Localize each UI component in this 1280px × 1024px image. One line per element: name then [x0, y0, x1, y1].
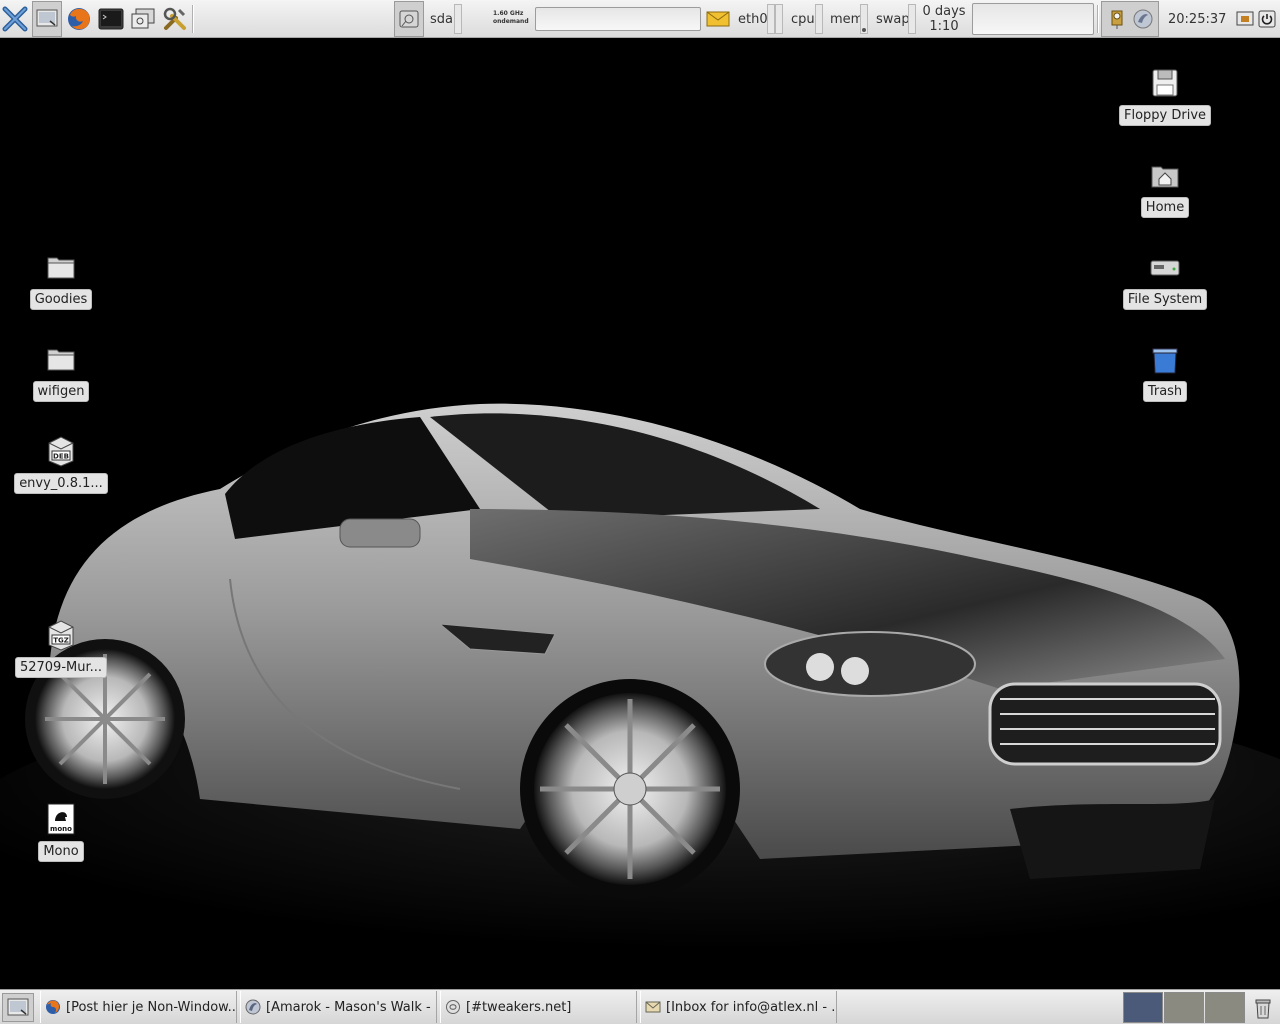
network-tray-icon[interactable] — [1106, 8, 1128, 30]
desktop-wallpaper[interactable] — [0, 39, 1280, 989]
disk-graph — [454, 4, 462, 34]
desktop-icon-tgz-archive[interactable]: TGZ 52709-Mur... — [6, 619, 116, 678]
mono-app-icon: mono — [47, 803, 75, 835]
mail-watch-field[interactable] — [535, 7, 701, 31]
swap-graph — [908, 4, 916, 34]
systray — [1101, 1, 1159, 37]
home-folder-icon — [1151, 166, 1179, 188]
floppy-drive-icon — [1152, 69, 1178, 97]
tgz-badge-text: TGZ — [53, 637, 69, 645]
folder-icon — [47, 349, 75, 371]
cpu-label: cpu — [791, 11, 815, 27]
taskbar-item-label: [Amarok - Mason's Walk - ... — [266, 999, 437, 1015]
net-label: eth0 — [738, 11, 768, 27]
desktop-icon-label: File System — [1122, 289, 1208, 310]
desktop-icon-file-system[interactable]: File System — [1110, 251, 1220, 310]
taskbar-item-firefox[interactable]: [Post hier je Non-Window... — [40, 991, 237, 1023]
desktop-icon-floppy-drive[interactable]: Floppy Drive — [1110, 67, 1220, 126]
lock-screen-button[interactable] — [1236, 0, 1254, 38]
desktop-icon-label: Floppy Drive — [1118, 105, 1212, 126]
firefox-launcher[interactable] — [64, 0, 94, 38]
disk-label: sda — [430, 11, 453, 27]
top-panel: sda 1.60 GHz ondemand eth0 cpu mem swap … — [0, 0, 1280, 38]
firefox-icon — [46, 1000, 60, 1014]
uptime-display: 0 days 1:10 — [918, 4, 970, 34]
workspace-1[interactable] — [1123, 992, 1163, 1023]
trash-applet[interactable] — [1250, 994, 1276, 1022]
tgz-archive-icon: TGZ — [48, 620, 74, 651]
logout-button[interactable] — [1258, 0, 1276, 38]
net-graph-out — [775, 4, 783, 34]
settings-tools-icon — [163, 7, 186, 30]
xfce-menu-button[interactable] — [0, 0, 30, 38]
clock[interactable]: 20:25:37 — [1168, 0, 1226, 38]
desktop-icon-wifigen[interactable]: wifigen — [6, 343, 116, 402]
show-desktop-icon — [36, 9, 58, 27]
folder-icon — [47, 257, 75, 279]
swap-label: swap — [876, 11, 910, 27]
show-desktop-launcher[interactable] — [32, 1, 62, 37]
firefox-icon — [68, 8, 90, 30]
desktop-icon-label: 52709-Mur... — [14, 657, 108, 678]
power-icon — [1258, 10, 1276, 28]
terminal-launcher[interactable] — [96, 0, 126, 38]
desktop-icon-label: Mono — [38, 841, 84, 862]
taskbar-item-label: [Inbox for info@atlex.nl - ... — [666, 999, 837, 1015]
workspace-2[interactable] — [1164, 992, 1204, 1023]
hard-drive-icon — [1150, 260, 1180, 276]
deb-package-icon: DEB — [48, 436, 74, 467]
desktop-icon-label: wifigen — [32, 381, 90, 402]
mail-envelope-icon — [706, 11, 730, 27]
desktop-icon-label: Goodies — [29, 289, 93, 310]
desktop-icon-home[interactable]: Home — [1110, 159, 1220, 218]
cpufreq-display[interactable]: 1.60 GHz ondemand — [493, 10, 533, 26]
workspace-3[interactable] — [1205, 992, 1245, 1023]
desktop-icon-label: envy_0.8.1... — [14, 473, 108, 494]
car-wallpaper-image — [0, 39, 1280, 989]
taskbar-item-amarok[interactable]: [Amarok - Mason's Walk - ... — [240, 991, 437, 1023]
drive-mount-icon — [399, 10, 419, 28]
screenshot-launcher[interactable] — [128, 0, 158, 38]
mount-plugin-button[interactable] — [394, 1, 424, 37]
desktop-icon-goodies[interactable]: Goodies — [6, 251, 116, 310]
taskbar-item-label: [Post hier je Non-Window... — [66, 999, 237, 1015]
show-desktop-icon — [7, 998, 29, 1015]
mono-badge-text: mono — [50, 825, 72, 833]
desktop-icon-trash[interactable]: Trash — [1110, 343, 1220, 402]
mail-icon — [645, 1001, 661, 1013]
deb-badge-text: DEB — [53, 453, 69, 461]
trash-can-icon — [1255, 999, 1271, 1019]
mem-label: mem — [830, 11, 864, 27]
mem-graph — [860, 4, 868, 34]
taskbar-item-mail[interactable]: [Inbox for info@atlex.nl - ... — [640, 991, 837, 1023]
show-desktop-button[interactable] — [2, 993, 34, 1022]
cpufreq-value: 1.60 GHz — [493, 10, 524, 17]
lock-screen-icon — [1236, 11, 1254, 26]
cpu-graph — [815, 4, 823, 34]
taskbar-item-irc[interactable]: [#tweakers.net] — [440, 991, 637, 1023]
xfce-menu-icon — [2, 6, 28, 32]
screenshot-icon — [131, 8, 155, 29]
amarok-tray-icon[interactable] — [1132, 8, 1154, 30]
desktop-icon-label: Trash — [1142, 381, 1188, 402]
terminal-icon — [98, 8, 124, 30]
notification-field[interactable] — [972, 3, 1094, 35]
bottom-panel: [Post hier je Non-Window... [Amarok - Ma… — [0, 989, 1280, 1024]
amarok-icon — [245, 999, 261, 1015]
cpufreq-governor: ondemand — [493, 18, 529, 25]
desktop-icon-mono[interactable]: mono Mono — [6, 803, 116, 862]
mail-button[interactable] — [706, 0, 730, 38]
trash-icon — [1152, 348, 1178, 374]
uptime-time: 1:10 — [929, 19, 959, 34]
desktop-icon-label: Home — [1140, 197, 1190, 218]
taskbar-item-label: [#tweakers.net] — [466, 999, 572, 1015]
desktop-icon-envy-deb[interactable]: DEB envy_0.8.1... — [6, 435, 116, 494]
settings-launcher[interactable] — [160, 0, 190, 38]
uptime-days: 0 days — [922, 4, 966, 19]
net-graph-in — [767, 4, 775, 34]
chat-icon — [446, 1000, 460, 1014]
